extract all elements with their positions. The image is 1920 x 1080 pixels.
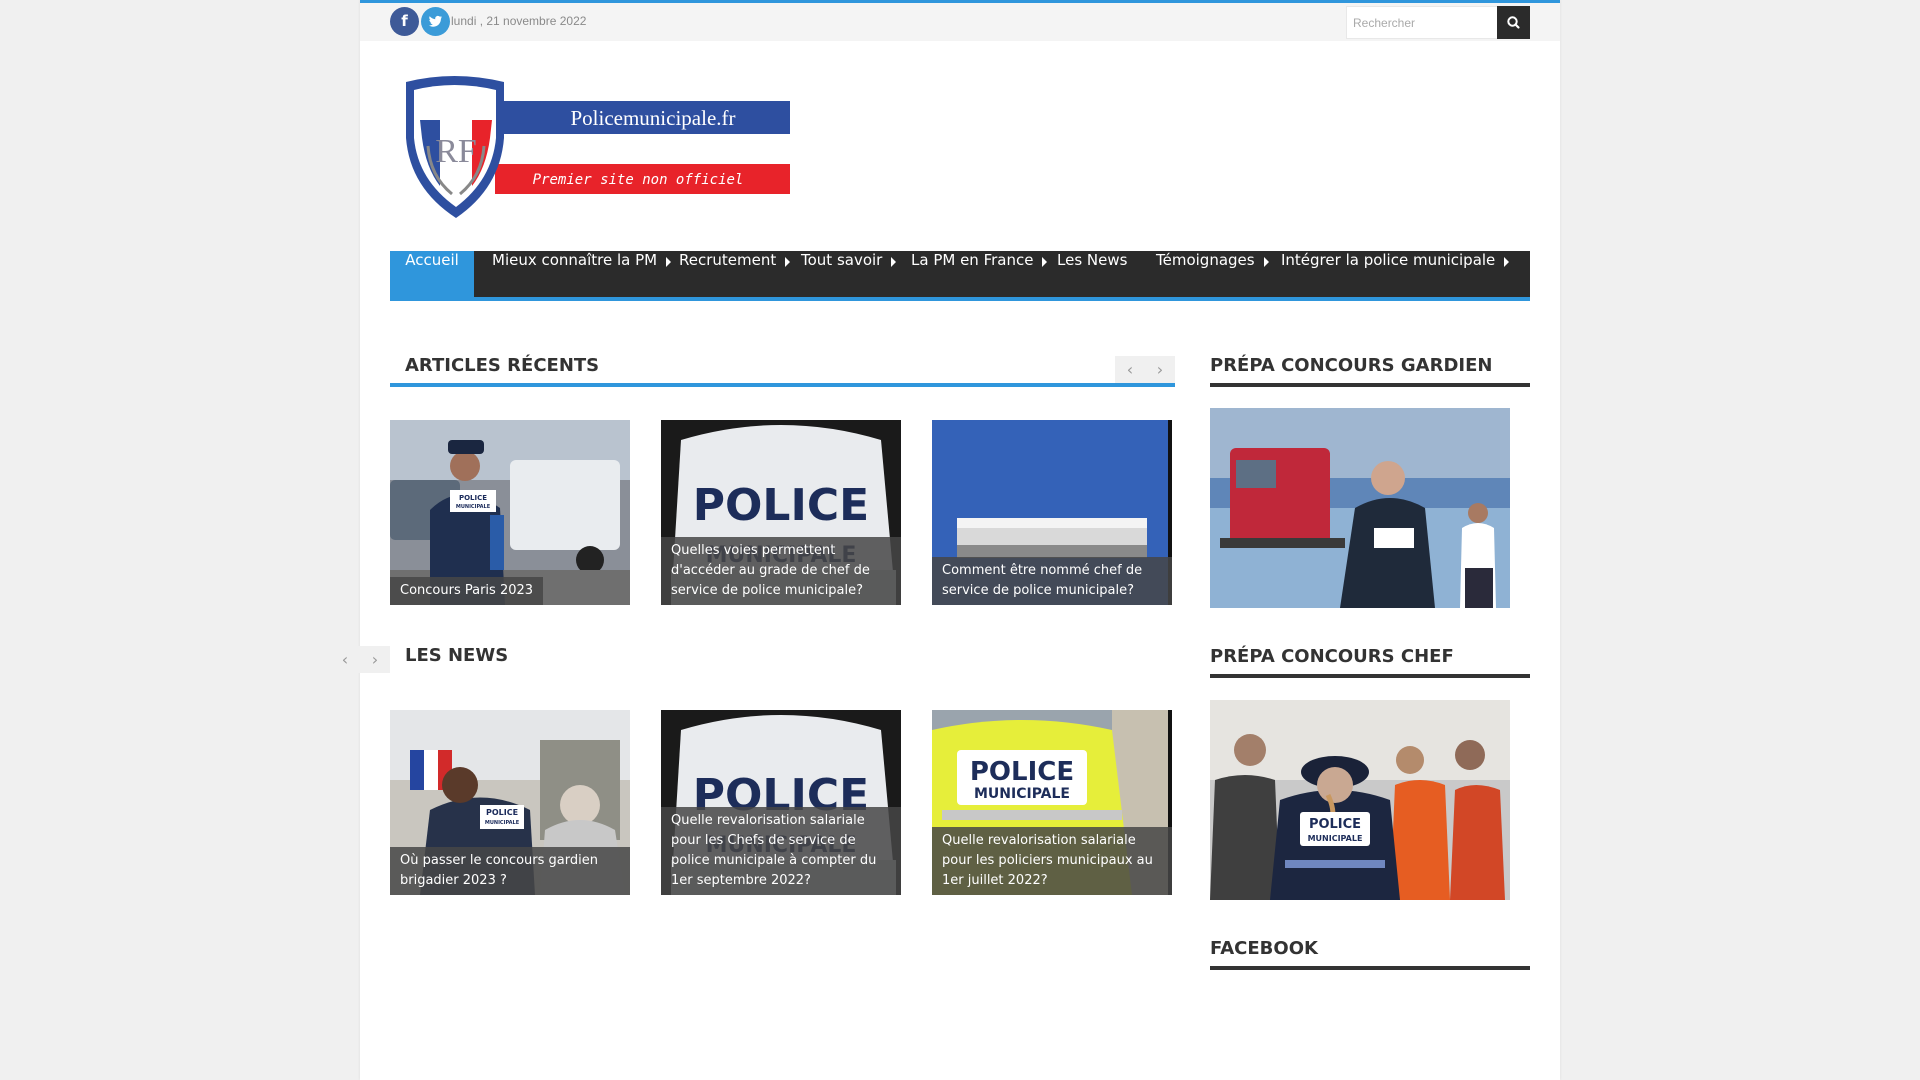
caret-right-icon <box>1504 257 1510 267</box>
current-date: lundi , 21 novembre 2022 <box>451 14 587 28</box>
site-tagline: Premier site non officiel <box>533 172 744 188</box>
svg-text:POLICE: POLICE <box>970 757 1074 787</box>
facebook-icon[interactable]: f <box>390 7 419 36</box>
nav-item-mieux-connaitre[interactable]: Mieux connaître la PM <box>492 251 672 297</box>
article-caption[interactable]: Comment être nommé chef de service de po… <box>932 557 1172 605</box>
nav-label: Intégrer la police municipale <box>1281 251 1496 269</box>
carousel-arrows: ‹ › <box>330 646 390 673</box>
nav-label: Recrutement <box>679 251 777 269</box>
svg-text:MUNICIPALE: MUNICIPALE <box>1308 834 1363 843</box>
nav-item-tout-savoir[interactable]: Tout savoir <box>801 251 897 297</box>
svg-text:POLICE: POLICE <box>459 494 487 502</box>
chevron-right-icon[interactable]: › <box>1145 356 1175 383</box>
nav-label: La PM en France <box>911 251 1034 269</box>
caret-right-icon <box>891 257 897 267</box>
prepa-gardien-image[interactable] <box>1210 408 1510 608</box>
news-card[interactable]: POLICE MUNICIPALE Où passer le concours … <box>390 710 630 895</box>
article-card[interactable]: POLICE MUNICIPALE Quelles voies permette… <box>661 420 901 605</box>
carousel-arrows: ‹ › <box>1115 356 1175 383</box>
prepa-gardien-header: PRÉPA CONCOURS GARDIEN <box>1210 355 1530 387</box>
caret-right-icon <box>785 257 791 267</box>
chevron-left-icon[interactable]: ‹ <box>330 646 360 673</box>
svg-text:MUNICIPALE: MUNICIPALE <box>974 786 1070 802</box>
news-card[interactable]: POLICE MUNICIPALE Quelle revalorisation … <box>932 710 1172 895</box>
main-nav: Accueil Mieux connaître la PM Recrutemen… <box>390 251 1530 301</box>
svg-text:MUNICIPALE: MUNICIPALE <box>456 504 491 510</box>
caret-right-icon <box>666 257 672 267</box>
svg-text:POLICE: POLICE <box>1309 817 1361 832</box>
search-icon <box>1507 16 1520 29</box>
articles-recents-header: ARTICLES RÉCENTS ‹ › <box>390 355 1175 387</box>
svg-text:POLICE: POLICE <box>486 808 518 817</box>
top-bar: f lundi , 21 novembre 2022 <box>360 3 1560 41</box>
badge-monogram: RF <box>435 133 477 170</box>
section-title: PRÉPA CONCOURS CHEF <box>1210 646 1454 667</box>
nav-item-temoignages[interactable]: Témoignages <box>1156 251 1269 297</box>
news-caption[interactable]: Quelle revalorisation salariale pour les… <box>932 827 1172 895</box>
nav-item-integrer[interactable]: Intégrer la police municipale <box>1281 251 1510 297</box>
page-container: f lundi , 21 novembre 2022 Policemunicip… <box>330 0 1560 1080</box>
prepa-chef-image[interactable]: POLICE MUNICIPALE <box>1210 700 1510 900</box>
section-title: PRÉPA CONCOURS GARDIEN <box>1210 355 1493 376</box>
facebook-header: FACEBOOK <box>1210 938 1530 970</box>
news-caption[interactable]: Quelle revalorisation salariale pour les… <box>661 807 901 895</box>
section-title: FACEBOOK <box>1210 938 1318 959</box>
caret-right-icon <box>1042 257 1048 267</box>
article-card[interactable]: Comment être nommé chef de service de po… <box>932 420 1172 605</box>
badge-line1: POLICE <box>421 91 489 111</box>
news-caption[interactable]: Où passer le concours gardien brigadier … <box>390 847 630 895</box>
nav-label: Témoignages <box>1156 251 1255 269</box>
nav-label: Les News <box>1057 251 1128 269</box>
chevron-left-icon[interactable]: ‹ <box>1115 356 1145 383</box>
twitter-bird-icon <box>429 15 442 27</box>
search-input[interactable] <box>1346 6 1498 39</box>
caret-right-icon <box>1263 257 1269 267</box>
nav-item-pm-en-france[interactable]: La PM en France <box>911 251 1048 297</box>
nav-item-les-news[interactable]: Les News <box>1057 251 1127 297</box>
section-title: LES NEWS <box>405 645 509 666</box>
chevron-right-icon[interactable]: › <box>360 646 390 673</box>
nav-label: Mieux connaître la PM <box>492 251 658 269</box>
badge-line2: MUNICIPALE <box>421 112 490 123</box>
site-name: Policemunicipale.fr <box>570 106 735 130</box>
article-card[interactable]: POLICE MUNICIPALE Concours Paris 2023 <box>390 420 630 605</box>
site-logo[interactable]: Policemunicipale.fr Premier site non off… <box>400 76 790 218</box>
prepa-chef-header: PRÉPA CONCOURS CHEF <box>1210 646 1530 678</box>
svg-text:POLICE: POLICE <box>693 480 869 531</box>
section-title: ARTICLES RÉCENTS <box>405 355 600 376</box>
nav-item-recrutement[interactable]: Recrutement <box>679 251 791 297</box>
article-caption[interactable]: Concours Paris 2023 <box>390 577 544 605</box>
twitter-icon[interactable] <box>421 7 450 36</box>
nav-item-accueil[interactable]: Accueil <box>390 251 474 297</box>
search-button[interactable] <box>1497 6 1530 39</box>
nav-label: Tout savoir <box>801 251 883 269</box>
svg-text:MUNICIPALE: MUNICIPALE <box>485 820 520 826</box>
article-caption[interactable]: Quelles voies permettent d'accéder au gr… <box>661 537 901 605</box>
news-card[interactable]: POLICE MUNICIPALE Quelle revalorisation … <box>661 710 901 895</box>
